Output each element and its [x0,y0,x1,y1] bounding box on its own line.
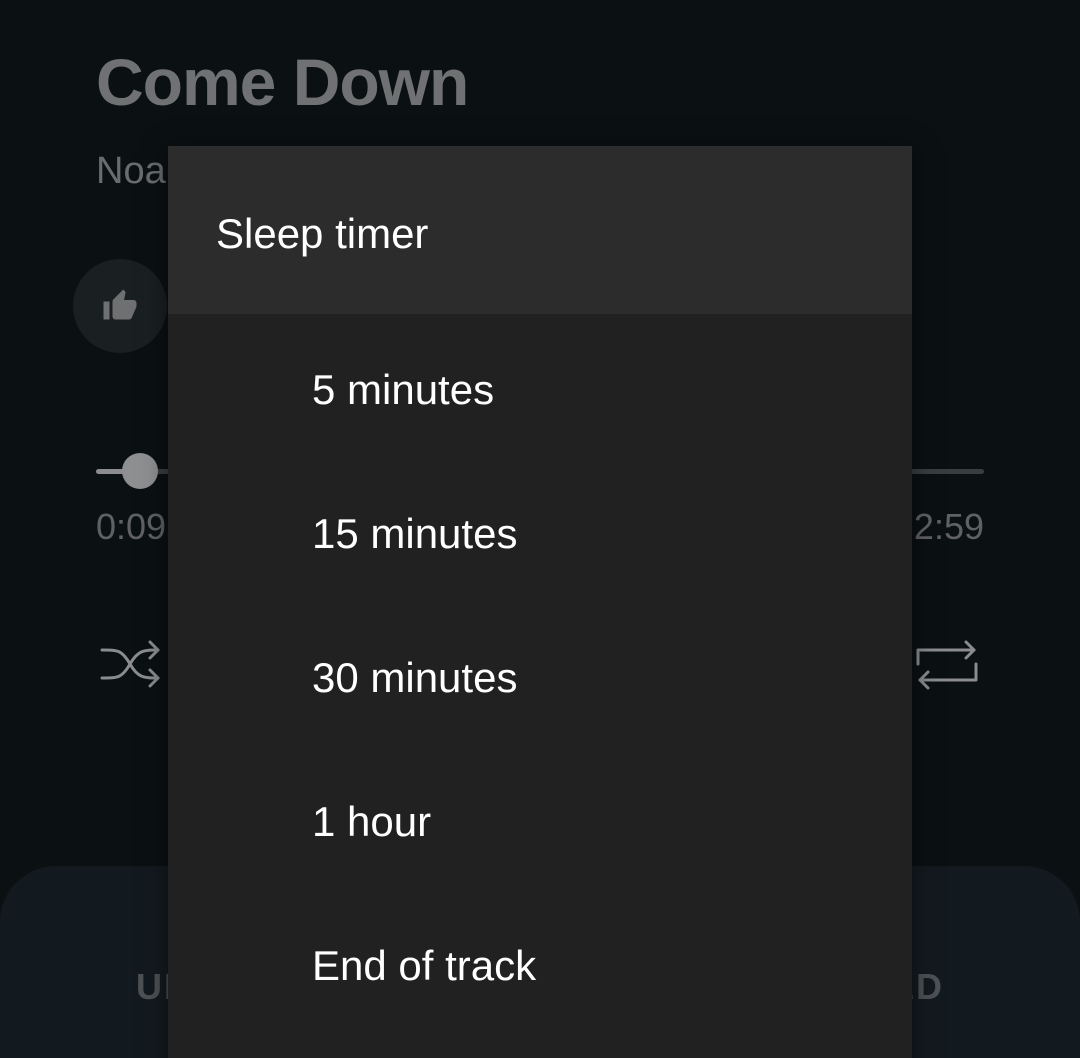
option-label: End of track [312,942,537,989]
shuffle-icon [100,640,160,688]
like-button[interactable] [73,259,167,353]
sleep-timer-dialog: Sleep timer 5 minutes 15 minutes 30 minu… [168,146,912,1058]
option-30-minutes[interactable]: 30 minutes [168,602,912,746]
option-label: 30 minutes [312,654,518,701]
elapsed-time: 0:09 [96,506,167,547]
player-screen: Come Down Noa 0:09 2:59 UP Sleep timer 5… [0,0,1080,1058]
thumb-up-icon [103,289,137,320]
track-title: Come Down [96,45,469,119]
option-1-hour[interactable]: 1 hour [168,746,912,890]
option-end-of-track[interactable]: End of track [168,890,912,1034]
shuffle-button[interactable] [100,634,164,694]
option-label: 15 minutes [312,510,518,557]
sleep-timer-options: 5 minutes 15 minutes 30 minutes 1 hour E… [168,314,912,1034]
dialog-header: Sleep timer [168,146,912,314]
option-5-minutes[interactable]: 5 minutes [168,314,912,458]
option-15-minutes[interactable]: 15 minutes [168,458,912,602]
option-label: 5 minutes [312,366,495,413]
seek-bar-thumb[interactable] [122,453,159,489]
repeat-icon [916,640,978,690]
total-time: 2:59 [913,506,984,547]
option-label: 1 hour [312,798,432,845]
dialog-title: Sleep timer [216,210,429,257]
track-artist[interactable]: Noa [96,150,166,193]
repeat-button[interactable] [914,634,980,694]
